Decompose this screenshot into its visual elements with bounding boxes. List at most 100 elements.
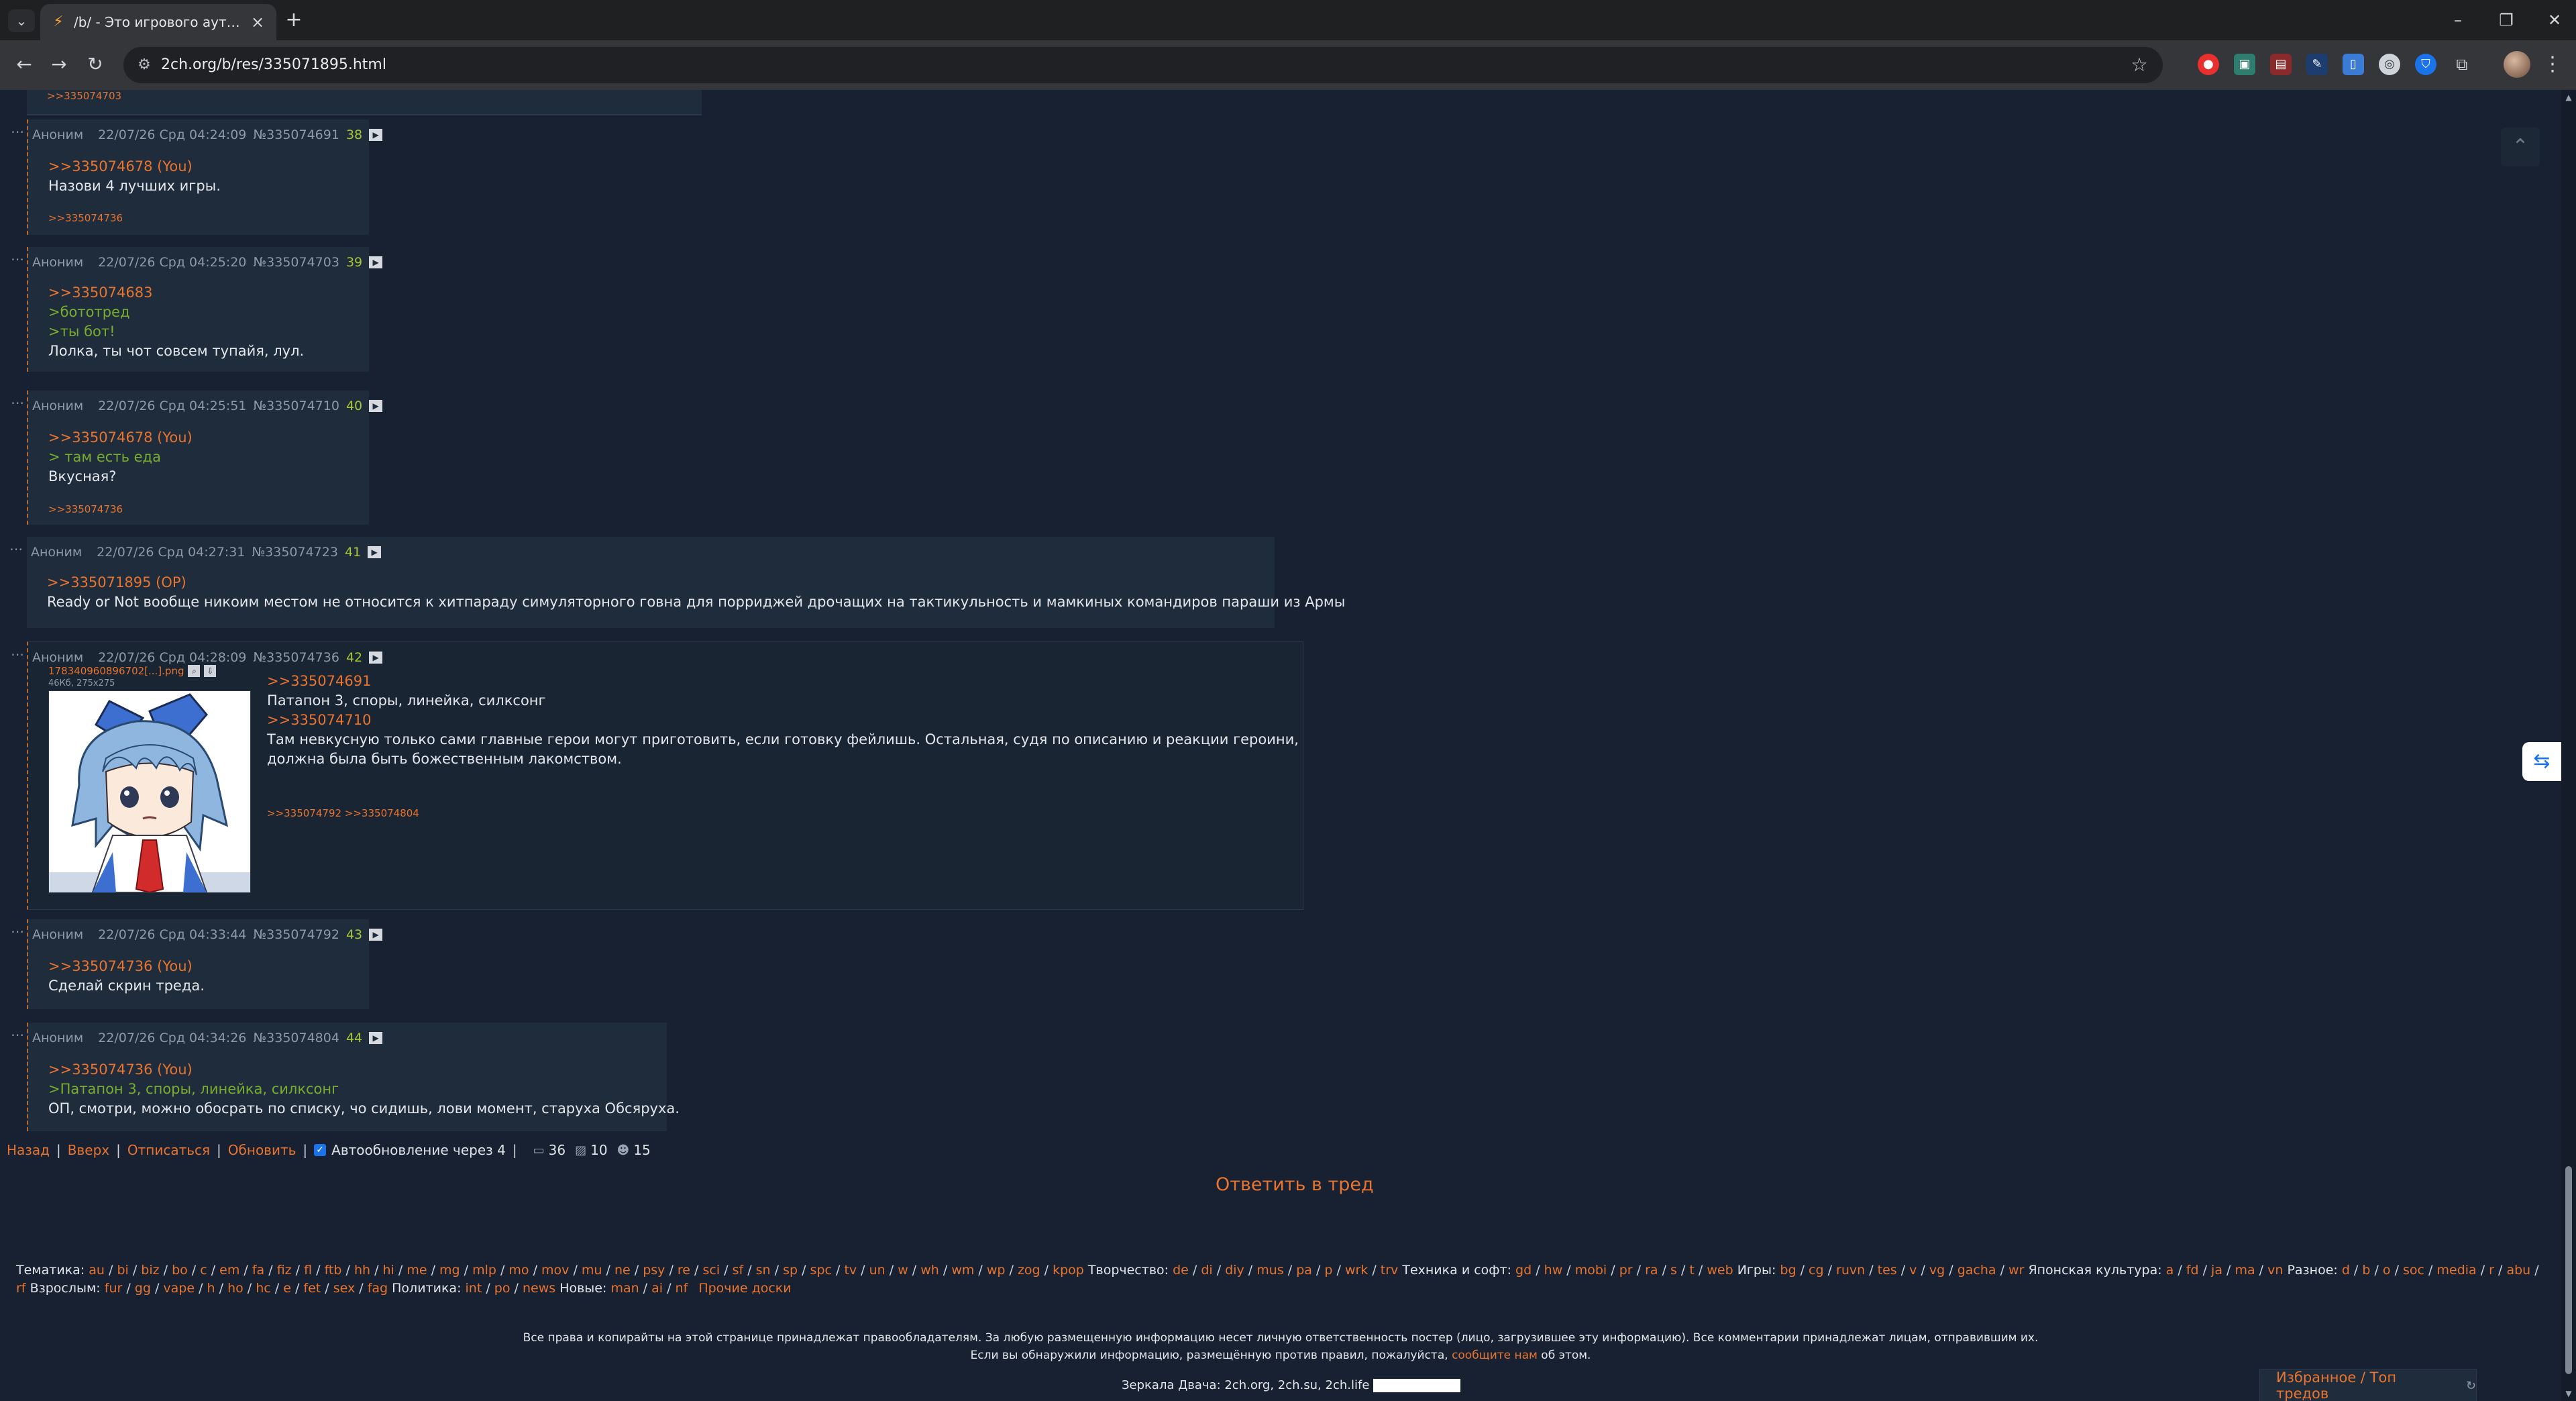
reply-link[interactable]: >>335074683: [48, 283, 304, 303]
post-menu-dots-icon[interactable]: ⋯: [11, 395, 25, 411]
download-icon[interactable]: ⇩: [204, 665, 217, 677]
board-link[interactable]: fl: [304, 1263, 312, 1278]
board-link[interactable]: s: [1670, 1263, 1677, 1278]
minimize-button[interactable]: –: [2438, 5, 2478, 35]
board-link[interactable]: de: [1173, 1263, 1189, 1278]
favorites-panel[interactable]: Избранное / Топ тредов ↻: [2259, 1369, 2477, 1401]
url-text[interactable]: 2ch.org/b/res/335071895.html: [161, 55, 386, 75]
board-link[interactable]: spc: [810, 1263, 832, 1278]
board-link[interactable]: a: [2166, 1263, 2174, 1278]
board-link[interactable]: ai: [651, 1281, 663, 1296]
extension-game-icon[interactable]: ▤: [2270, 54, 2292, 75]
board-link[interactable]: ruvn: [1836, 1263, 1865, 1278]
post-menu-dots-icon[interactable]: ⋯: [11, 123, 25, 140]
reply-link[interactable]: >>335074736 (You): [48, 957, 205, 976]
board-link[interactable]: gd: [1515, 1263, 1532, 1278]
extension-tool-icon[interactable]: ✎: [2306, 54, 2328, 75]
board-link[interactable]: psy: [643, 1263, 665, 1278]
post-number[interactable]: №335074691: [253, 127, 339, 142]
board-link[interactable]: mu: [582, 1263, 602, 1278]
board-link[interactable]: fiz: [277, 1263, 292, 1278]
board-link[interactable]: mobi: [1575, 1263, 1607, 1278]
board-link[interactable]: vg: [1929, 1263, 1945, 1278]
board-link[interactable]: mg: [439, 1263, 460, 1278]
board-link[interactable]: hh: [354, 1263, 370, 1278]
board-link[interactable]: bg: [1780, 1263, 1796, 1278]
file-name-link[interactable]: 17834096089670​2[...].png: [48, 665, 184, 677]
board-link[interactable]: news: [523, 1281, 555, 1296]
post-play-icon[interactable]: ▶: [369, 400, 383, 412]
post-replies[interactable]: >>335074792 >>335074804: [267, 807, 419, 819]
board-link[interactable]: trv: [1381, 1263, 1399, 1278]
board-link[interactable]: gg: [135, 1281, 151, 1296]
post-menu-dots-icon[interactable]: ⋯: [11, 923, 25, 939]
post-play-icon[interactable]: ▶: [368, 546, 382, 558]
reply-to-thread-link[interactable]: Ответить в тред: [1216, 1174, 1374, 1195]
image-search-icon[interactable]: ⌕: [188, 665, 201, 677]
reply-link[interactable]: >>335074678 (You): [48, 157, 221, 176]
board-link[interactable]: ja: [2211, 1263, 2222, 1278]
board-link[interactable]: po: [494, 1281, 511, 1296]
reply-link[interactable]: >>335074678 (You): [48, 428, 193, 448]
reply-link[interactable]: >>335074691: [267, 672, 1299, 691]
board-link[interactable]: mov: [541, 1263, 569, 1278]
scroll-to-top-button[interactable]: ⌃: [2501, 127, 2540, 166]
board-link[interactable]: e: [283, 1281, 291, 1296]
tab-search-button[interactable]: ⌄: [8, 9, 35, 32]
post-menu-dots-icon[interactable]: ⋯: [11, 1027, 25, 1043]
board-link[interactable]: cg: [1809, 1263, 1824, 1278]
board-link[interactable]: gacha: [1957, 1263, 1996, 1278]
extension-globe-icon[interactable]: ◎: [2379, 54, 2400, 75]
board-link[interactable]: me: [407, 1263, 427, 1278]
board-link[interactable]: ftb: [325, 1263, 342, 1278]
browser-menu-icon[interactable]: ⋮: [2542, 51, 2563, 78]
board-link[interactable]: bi: [117, 1263, 128, 1278]
post-number[interactable]: №335074804: [253, 1031, 339, 1045]
board-link[interactable]: sex: [333, 1281, 356, 1296]
board-link[interactable]: soc: [2403, 1263, 2424, 1278]
board-link[interactable]: p: [1324, 1263, 1332, 1278]
board-link[interactable]: mo: [508, 1263, 529, 1278]
board-link[interactable]: fd: [2186, 1263, 2199, 1278]
board-link[interactable]: wm: [951, 1263, 974, 1278]
extension-shield-icon[interactable]: ⛉: [2415, 54, 2436, 75]
board-link[interactable]: zog: [1018, 1263, 1040, 1278]
board-link[interactable]: wh: [920, 1263, 939, 1278]
close-tab-icon[interactable]: ×: [248, 13, 267, 32]
bookmark-star-icon[interactable]: ☆: [2128, 54, 2151, 76]
board-link[interactable]: au: [89, 1263, 105, 1278]
board-link[interactable]: fur: [105, 1281, 123, 1296]
board-link[interactable]: h: [207, 1281, 215, 1296]
restore-button[interactable]: ❐: [2486, 5, 2526, 35]
post-number[interactable]: №335074723: [252, 545, 338, 560]
back-arrow-icon[interactable]: ←: [11, 51, 38, 78]
post-play-icon[interactable]: ▶: [369, 1032, 383, 1044]
reply-link[interactable]: >>335074736 (You): [48, 1060, 680, 1080]
post-number[interactable]: №335074703: [253, 255, 339, 270]
board-link[interactable]: hw: [1544, 1263, 1563, 1278]
board-link[interactable]: o: [2383, 1263, 2391, 1278]
board-link[interactable]: biz: [141, 1263, 159, 1278]
extension-document-icon[interactable]: ▯: [2343, 54, 2364, 75]
board-link[interactable]: rf: [16, 1281, 26, 1296]
translate-widget-icon[interactable]: ⇆: [2522, 742, 2561, 781]
board-link[interactable]: sf: [733, 1263, 744, 1278]
post-menu-dots-icon[interactable]: ⋯: [11, 251, 25, 267]
board-link[interactable]: b: [2362, 1263, 2370, 1278]
scrollbar-thumb[interactable]: [2565, 1166, 2572, 1374]
board-link[interactable]: tes: [1878, 1263, 1897, 1278]
board-link[interactable]: em: [219, 1263, 239, 1278]
board-link[interactable]: wrk: [1345, 1263, 1368, 1278]
autoupdate-checkbox[interactable]: ✓: [314, 1144, 327, 1156]
board-link[interactable]: media: [2437, 1263, 2477, 1278]
post-menu-dots-icon[interactable]: ⋯: [9, 541, 23, 557]
post-number[interactable]: №335074736: [253, 650, 339, 665]
board-link[interactable]: tv: [844, 1263, 857, 1278]
reload-icon[interactable]: ↻: [82, 51, 109, 78]
board-link[interactable]: bo: [172, 1263, 188, 1278]
other-boards-link[interactable]: Прочие доски: [698, 1281, 791, 1296]
post-play-icon[interactable]: ▶: [369, 652, 383, 664]
post-replies[interactable]: >>335074736: [48, 212, 123, 224]
post-play-icon[interactable]: ▶: [369, 929, 383, 941]
board-link[interactable]: di: [1201, 1263, 1212, 1278]
